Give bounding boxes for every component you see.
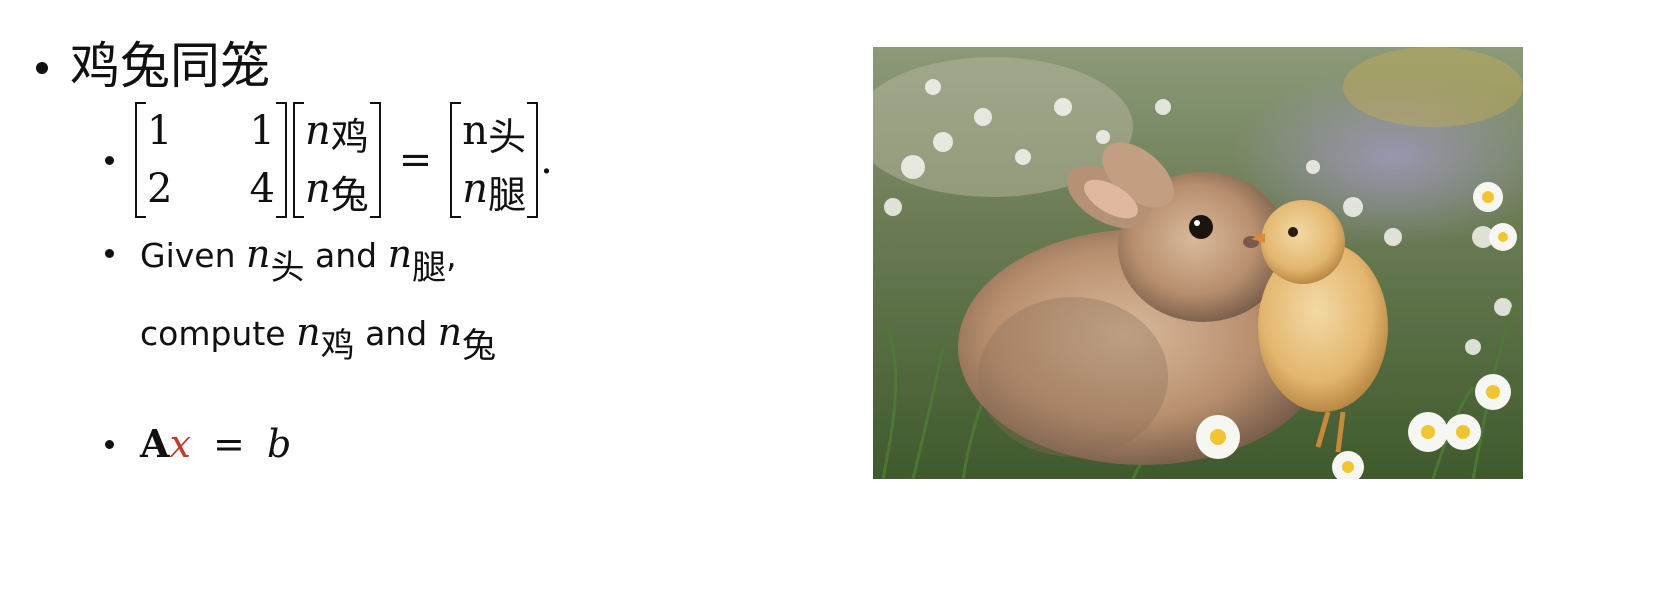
matrix-a-cell: 4 xyxy=(249,166,275,212)
heading-text: 鸡兔同笼 xyxy=(70,37,270,95)
slide: 鸡兔同笼 1 1 2 4 n鸡 n兔 = n头 n腿 . Given n头 an… xyxy=(0,0,1658,589)
matrix-a-cell: 1 xyxy=(147,108,173,154)
matrix-a-cell: 1 xyxy=(249,108,275,154)
vector-b-entry: n腿 xyxy=(462,166,527,217)
heading-bullet: 鸡兔同笼 xyxy=(36,36,270,96)
bunny-and-chick-photo xyxy=(873,47,1523,479)
ax-equals-b: Ax = b xyxy=(140,421,292,466)
vector-x: n鸡 n兔 xyxy=(293,100,381,220)
equals-sign: = xyxy=(398,137,433,183)
vector-b-entry: n头 xyxy=(462,108,527,159)
matrix-a: 1 1 2 4 xyxy=(135,100,287,220)
matrix-equation: 1 1 2 4 n鸡 n兔 = n头 n腿 . xyxy=(135,95,553,225)
vector-b: n头 n腿 xyxy=(450,100,538,220)
bullet-dot xyxy=(36,62,48,74)
bullet-dot xyxy=(105,156,114,165)
vector-x-entry: n鸡 xyxy=(305,108,369,159)
vector-x-entry: n兔 xyxy=(305,166,369,217)
bullet-dot xyxy=(105,249,114,258)
equation-period: . xyxy=(540,137,553,183)
given-text: Given n头 and n腿, compute n鸡 and n兔 xyxy=(140,232,497,366)
matrix-a-cell: 2 xyxy=(147,166,173,212)
bullet-dot xyxy=(105,440,114,449)
